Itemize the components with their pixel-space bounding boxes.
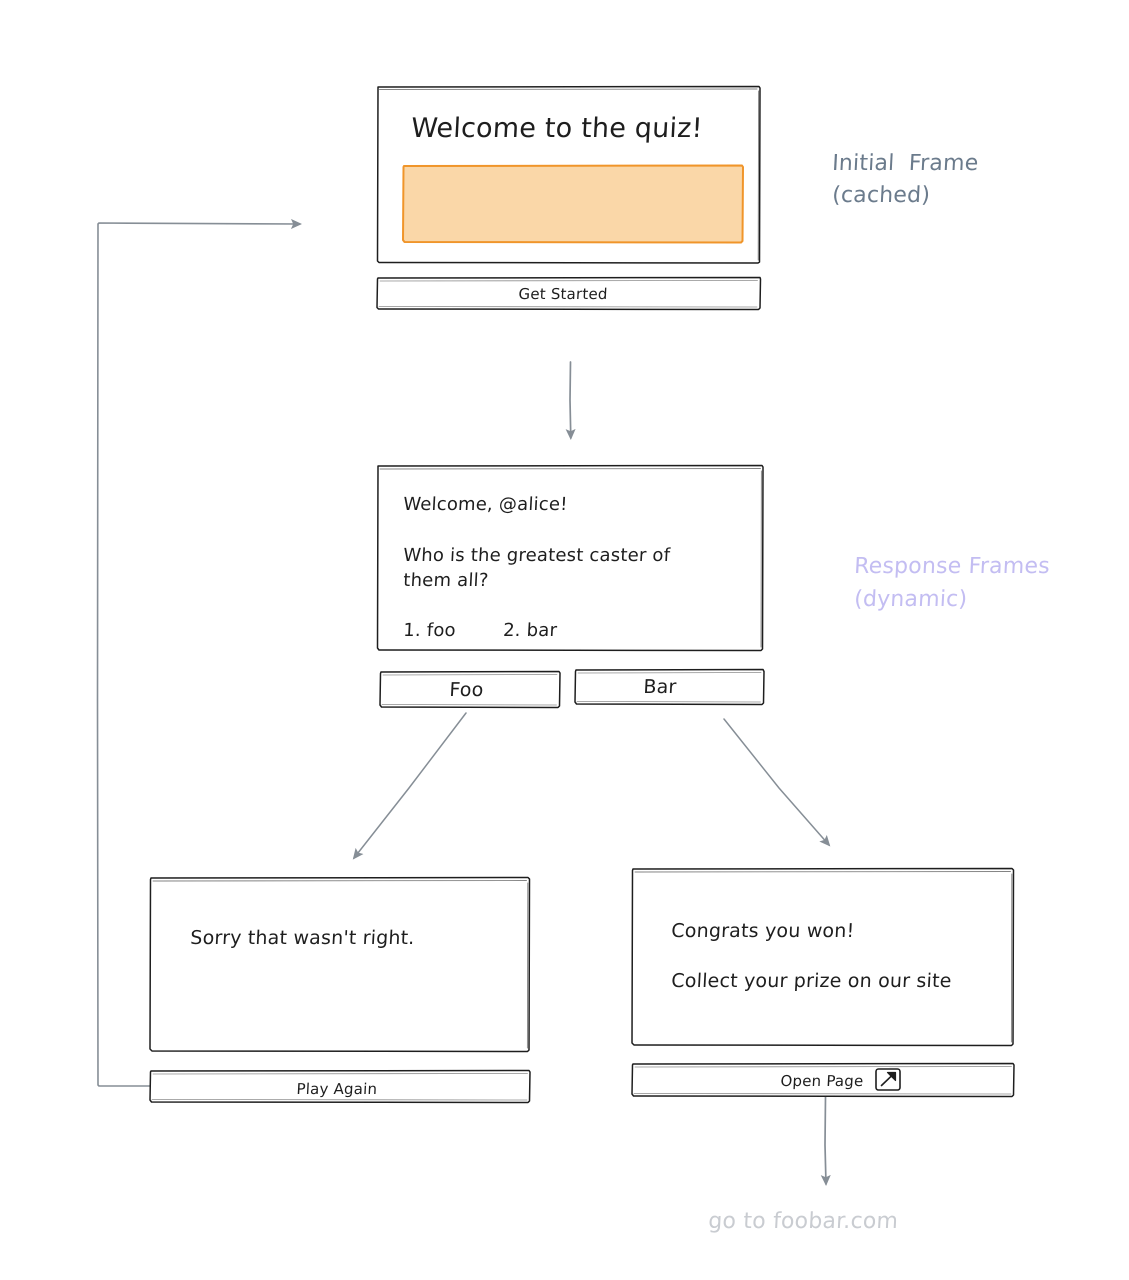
- footer-destination-label: go to foobar.com: [707, 1209, 899, 1234]
- bar-button-label[interactable]: Bar: [643, 676, 677, 698]
- annotation-response-frames-line1: Response Frames: [853, 554, 1051, 579]
- annotation-response-frames-line2: (dynamic): [853, 587, 968, 612]
- initial-frame-title: Welcome to the quiz!: [410, 113, 704, 144]
- play-again-button-label[interactable]: Play Again: [296, 1080, 378, 1098]
- lose-frame-message: Sorry that wasn't right.: [189, 927, 416, 949]
- question-frame-options: 1. foo 2. bar: [402, 620, 558, 641]
- image-placeholder-box: [402, 164, 744, 244]
- win-frame-line1: Congrats you won!: [670, 920, 855, 942]
- open-page-button-label[interactable]: Open Page: [780, 1072, 864, 1090]
- annotation-initial-frame-line2: (cached): [831, 183, 931, 208]
- question-frame-greeting: Welcome, @alice!: [402, 494, 569, 515]
- win-frame-line2: Collect your prize on our site: [670, 970, 953, 992]
- foo-button-label[interactable]: Foo: [449, 679, 484, 701]
- question-frame-question-line1: Who is the greatest caster of: [402, 545, 671, 566]
- diagram-canvas: Welcome to the quiz! Get Started Welcome…: [0, 0, 1129, 1280]
- question-frame-question-line2: them all?: [402, 570, 490, 591]
- get-started-button-label[interactable]: Get Started: [518, 285, 608, 303]
- external-link-icon: [875, 1068, 901, 1091]
- win-frame-box: [631, 867, 1015, 1047]
- annotation-initial-frame-line1: Initial Frame: [831, 151, 980, 176]
- lose-frame-box: [149, 876, 531, 1053]
- frame-outline-layer: [149, 85, 1015, 1104]
